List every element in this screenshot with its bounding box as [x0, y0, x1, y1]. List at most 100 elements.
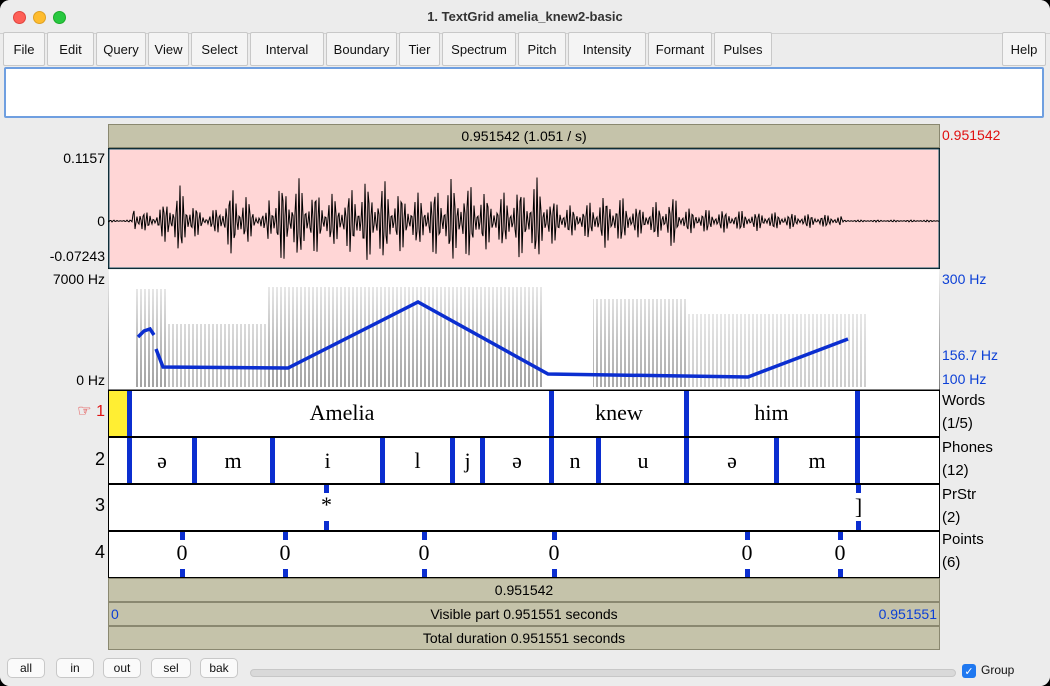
zoom-in-button[interactable]: in — [56, 658, 94, 678]
tier4-name: Points — [942, 531, 984, 548]
group-checkbox[interactable]: ✓ — [962, 664, 976, 678]
tier-words[interactable]: Amelia knew him — [108, 390, 940, 437]
interval-label[interactable]: Amelia — [132, 400, 552, 426]
menu-select[interactable]: Select — [191, 32, 248, 66]
zoom-back-button[interactable]: bak — [200, 658, 238, 678]
point-label[interactable]: * — [314, 492, 339, 518]
waveform-min-label: -0.07243 — [49, 248, 105, 264]
spectrogram-view[interactable] — [108, 269, 940, 390]
tier3-number: 3 — [94, 495, 105, 515]
point-tick[interactable] — [552, 532, 557, 540]
praat-textgrid-window: 1. TextGrid amelia_knew2-basic File Edit… — [0, 0, 1050, 686]
editor-area: 0.951542 (1.051 / s) 0.951542 0.1157 0 -… — [0, 121, 1050, 656]
menu-boundary[interactable]: Boundary — [326, 32, 397, 66]
waveform-zero-label: 0 — [97, 213, 105, 229]
pitch-mid-label: 156.7 Hz — [942, 347, 999, 363]
menu-file[interactable]: File — [3, 32, 45, 66]
point-tick[interactable] — [745, 532, 750, 540]
point-tick[interactable] — [422, 569, 427, 577]
menu-pitch[interactable]: Pitch — [518, 32, 566, 66]
tier-phones[interactable]: ə m i l j ə n u ə m — [108, 437, 940, 484]
horizontal-scrollbar[interactable] — [250, 669, 956, 677]
cursor-bottom-bar[interactable]: 0.951542 — [108, 578, 940, 602]
bottom-toolbar: all in out sel bak ✓ Group — [0, 656, 1050, 686]
tier-prstr[interactable]: * ] — [108, 484, 940, 531]
total-duration-bar[interactable]: Total duration 0.951551 seconds — [108, 626, 940, 650]
visible-part-label: Visible part 0.951551 seconds — [430, 606, 618, 622]
title-bar: 1. TextGrid amelia_knew2-basic — [0, 0, 1050, 34]
interval-label[interactable]: ə — [485, 448, 549, 474]
tier2-count: (12) — [942, 462, 969, 479]
point-tick[interactable] — [283, 569, 288, 577]
interval-text-field[interactable] — [4, 67, 1044, 118]
interval-label[interactable]: u — [601, 448, 685, 474]
point-tick[interactable] — [324, 521, 329, 530]
point-label[interactable]: ] — [846, 494, 871, 520]
pitch-bottom-label: 100 Hz — [942, 371, 987, 387]
point-label[interactable]: 0 — [829, 540, 851, 566]
tier2-number: 2 — [94, 449, 105, 469]
interval-label[interactable]: j — [455, 448, 480, 474]
point-tick[interactable] — [838, 532, 843, 540]
point-label[interactable]: 0 — [171, 540, 193, 566]
point-label[interactable]: 0 — [413, 540, 435, 566]
selected-interval-highlight — [109, 391, 127, 436]
tier1-name: Words — [942, 392, 986, 409]
menu-bar: File Edit Query View Select Interval Bou… — [3, 32, 1047, 66]
point-tick[interactable] — [856, 521, 861, 530]
point-tick[interactable] — [180, 532, 185, 540]
interval-label[interactable]: n — [554, 448, 596, 474]
pitch-top-label: 300 Hz — [942, 271, 987, 287]
waveform-view[interactable] — [108, 148, 940, 269]
interval-label[interactable]: ə — [689, 448, 775, 474]
point-tick[interactable] — [422, 532, 427, 540]
menu-formant[interactable]: Formant — [648, 32, 712, 66]
menu-spectrum[interactable]: Spectrum — [442, 32, 516, 66]
point-tick[interactable] — [838, 569, 843, 577]
zoom-selection-button[interactable]: sel — [151, 658, 191, 678]
point-label[interactable]: 0 — [543, 540, 565, 566]
visible-end: 0.951551 — [878, 606, 937, 622]
menu-pulses[interactable]: Pulses — [714, 32, 772, 66]
interval-label[interactable]: m — [779, 448, 855, 474]
boundary[interactable] — [855, 438, 860, 483]
zoom-out-button[interactable]: out — [103, 658, 141, 678]
visible-part-bar[interactable]: 0 Visible part 0.951551 seconds 0.951551 — [108, 602, 940, 626]
tier-points[interactable]: 0 0 0 0 0 0 — [108, 531, 940, 578]
point-tick[interactable] — [283, 532, 288, 540]
tier2-name: Phones — [942, 439, 993, 456]
boundary[interactable] — [855, 391, 860, 436]
point-label[interactable]: 0 — [274, 540, 296, 566]
point-tick[interactable] — [745, 569, 750, 577]
spectrogram-bottom-label: 0 Hz — [76, 372, 105, 388]
point-tick[interactable] — [180, 569, 185, 577]
cursor-time-bar[interactable]: 0.951542 (1.051 / s) — [108, 124, 940, 148]
point-label[interactable]: 0 — [736, 540, 758, 566]
menu-help[interactable]: Help — [1002, 32, 1046, 66]
window-title: 1. TextGrid amelia_knew2-basic — [427, 9, 623, 24]
interval-label[interactable]: i — [275, 448, 380, 474]
tier1-hand-label: ☞ 1 — [70, 401, 105, 421]
interval-label[interactable]: m — [197, 448, 269, 474]
pointing-hand-icon: ☞ — [77, 403, 92, 420]
point-tick[interactable] — [552, 569, 557, 577]
point-tick[interactable] — [856, 485, 861, 493]
menu-intensity[interactable]: Intensity — [568, 32, 646, 66]
menu-edit[interactable]: Edit — [47, 32, 94, 66]
menu-query[interactable]: Query — [96, 32, 146, 66]
tier3-count: (2) — [942, 509, 961, 526]
waveform-max-label: 0.1157 — [63, 150, 105, 166]
tier1-number: 1 — [96, 403, 105, 420]
menu-view[interactable]: View — [148, 32, 189, 66]
interval-label[interactable]: ə — [132, 448, 192, 474]
tier3-name: PrStr — [942, 486, 977, 503]
visible-start: 0 — [111, 606, 119, 622]
interval-label[interactable]: him — [689, 400, 854, 426]
interval-label[interactable]: knew — [554, 400, 684, 426]
menu-tier[interactable]: Tier — [399, 32, 440, 66]
spectrogram-top-label: 7000 Hz — [52, 271, 105, 287]
zoom-all-button[interactable]: all — [7, 658, 45, 678]
interval-label[interactable]: l — [385, 448, 450, 474]
tier1-count: (1/5) — [942, 415, 973, 432]
menu-interval[interactable]: Interval — [250, 32, 324, 66]
